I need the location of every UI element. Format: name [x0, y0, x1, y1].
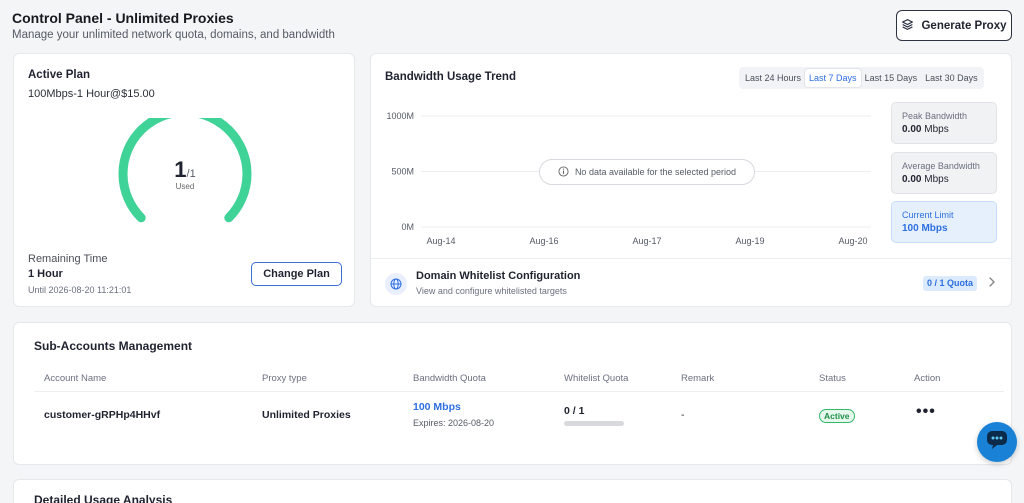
- detailed-usage-card: Detailed Usage Analysis: [13, 479, 1012, 503]
- detailed-usage-title: Detailed Usage Analysis: [34, 493, 173, 503]
- average-bandwidth-value: 0.00: [902, 174, 922, 185]
- whitelist-subtitle: View and configure whitelisted targets: [416, 286, 567, 296]
- peak-bandwidth-value: 0.00: [902, 124, 922, 135]
- average-bandwidth-unit: Mbps: [924, 174, 949, 185]
- col-status: Status: [819, 373, 846, 384]
- domain-whitelist-row[interactable]: Domain Whitelist Configuration View and …: [371, 258, 1013, 308]
- remaining-time-label: Remaining Time: [28, 253, 108, 265]
- average-bandwidth-stat: Average Bandwidth 0.00 Mbps: [891, 152, 997, 194]
- x-tick-label: Aug-20: [838, 236, 867, 246]
- col-proxy-type: Proxy type: [262, 373, 307, 384]
- bandwidth-quota-link[interactable]: 100 Mbps: [413, 401, 461, 413]
- sub-accounts-title: Sub-Accounts Management: [34, 339, 193, 353]
- y-tick-label: 1000M: [386, 111, 414, 121]
- bandwidth-chart: 0M 500M 1000M Aug-14 Aug-16 Aug-17 Aug-19 Aug-2…: [386, 111, 871, 246]
- chat-support-button[interactable]: [977, 422, 1017, 462]
- remaining-until: Until 2026-08-20 11:21:01: [28, 285, 132, 295]
- change-plan-button[interactable]: Change Plan: [251, 262, 342, 286]
- current-limit-unit: Mbps: [921, 223, 948, 234]
- whitelist-quota-badge: 0 / 1 Quota: [923, 276, 978, 291]
- sub-accounts-card: Sub-Accounts Management Account Name Pro…: [13, 322, 1012, 465]
- remark-value: -: [681, 409, 685, 421]
- x-tick-label: Aug-19: [735, 236, 764, 246]
- info-icon: [558, 165, 569, 179]
- proxy-type: Unlimited Proxies: [262, 409, 351, 421]
- chevron-right-icon: [988, 275, 996, 293]
- page-header: Control Panel - Unlimited Proxies Manage…: [12, 10, 335, 41]
- usage-count: 1/1: [134, 157, 236, 183]
- remaining-time-value: 1 Hour: [28, 268, 63, 280]
- col-whitelist-quota: Whitelist Quota: [564, 373, 629, 384]
- col-action: Action: [914, 373, 941, 384]
- expires-date: Expires: 2026-08-20: [413, 418, 495, 428]
- tab-last-30-days[interactable]: Last 30 Days: [921, 69, 982, 87]
- current-limit-label: Current Limit: [902, 210, 954, 220]
- header-divider: [34, 391, 1004, 392]
- whitelist-quota-bar: [564, 421, 624, 426]
- chat-bubble-icon: [985, 429, 1009, 456]
- x-tick-label: Aug-16: [529, 236, 558, 246]
- used-count: 1: [174, 157, 187, 182]
- average-bandwidth-label: Average Bandwidth: [902, 161, 980, 171]
- whitelist-quota-value: 0 / 1: [564, 405, 585, 417]
- whitelist-title: Domain Whitelist Configuration: [416, 270, 581, 282]
- layers-icon: [901, 18, 914, 34]
- more-actions-button[interactable]: •••: [916, 404, 936, 420]
- current-limit-value: 100: [902, 223, 919, 234]
- plan-name: 100Mbps-1 Hour@$15.00: [28, 88, 155, 100]
- y-tick-label: 0M: [401, 222, 414, 232]
- generate-proxy-label: Generate Proxy: [921, 19, 1007, 32]
- active-plan-card: Active Plan 100Mbps-1 Hour@$15.00 1/1 Us…: [13, 53, 355, 307]
- y-tick-label: 500M: [391, 167, 414, 177]
- peak-bandwidth-label: Peak Bandwidth: [902, 111, 968, 121]
- x-tick-label: Aug-17: [632, 236, 661, 246]
- globe-icon: [385, 273, 407, 295]
- bandwidth-card: Bandwidth Usage Trend Last 24 Hours Last…: [370, 53, 1013, 308]
- x-tick-label: Aug-14: [426, 236, 455, 246]
- no-data-pill: No data available for the selected perio…: [539, 159, 755, 185]
- peak-bandwidth-unit: Mbps: [924, 124, 949, 135]
- col-bandwidth-quota: Bandwidth Quota: [413, 373, 486, 384]
- col-remark: Remark: [681, 373, 715, 384]
- page-title: Control Panel - Unlimited Proxies: [12, 10, 234, 26]
- generate-proxy-button[interactable]: Generate Proxy: [896, 10, 1012, 41]
- col-account-name: Account Name: [44, 373, 107, 384]
- no-data-text: No data available for the selected perio…: [574, 167, 737, 177]
- used-label: Used: [175, 182, 195, 191]
- status-badge: Active: [819, 409, 855, 423]
- active-plan-title: Active Plan: [28, 69, 90, 81]
- peak-bandwidth-stat: Peak Bandwidth 0.00 Mbps: [891, 102, 997, 144]
- page-subtitle: Manage your unlimited network quota, dom…: [12, 29, 335, 41]
- account-name: customer-gRPHp4HHvf: [44, 409, 161, 421]
- current-limit-stat: Current Limit 100 Mbps: [891, 201, 997, 243]
- total-count: /1: [186, 168, 196, 180]
